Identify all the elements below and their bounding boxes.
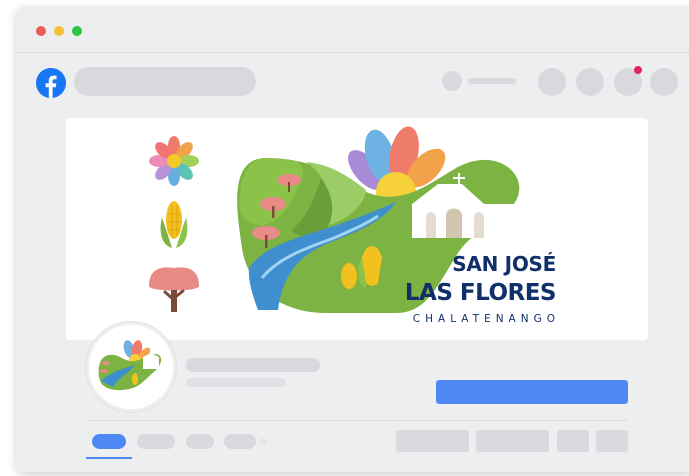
active-tab-indicator: [86, 457, 132, 459]
header-action-placeholder[interactable]: [538, 68, 566, 96]
toolbar-button-placeholder[interactable]: [596, 430, 628, 452]
profile-name-placeholder: [186, 358, 320, 372]
tree-icon: [149, 267, 199, 312]
account-menu-button[interactable]: [650, 68, 678, 96]
toolbar-button-placeholder[interactable]: [557, 430, 589, 452]
facebook-logo-icon[interactable]: [36, 68, 66, 98]
nav-icon-placeholder[interactable]: [442, 71, 462, 91]
browser-window: SAN JOSÉ LAS FLORES CHALATENANGO: [16, 6, 689, 472]
tab-item[interactable]: [137, 434, 175, 449]
logo-subtitle: CHALATENANGO: [412, 313, 560, 325]
corn-icon: [160, 201, 188, 248]
maximize-window-button[interactable]: [72, 26, 82, 36]
nav-label-placeholder: [468, 78, 516, 84]
minimize-window-button[interactable]: [54, 26, 64, 36]
header-action-placeholder[interactable]: [576, 68, 604, 96]
toolbar-button-placeholder[interactable]: [476, 430, 549, 452]
browser-titlebar: [16, 6, 689, 53]
tab-active[interactable]: [92, 434, 126, 449]
more-tabs-dot[interactable]: [260, 438, 267, 445]
logo-title-line1: SAN JOSÉ: [452, 252, 556, 276]
profile-divider: [88, 420, 628, 421]
toolbar-button-placeholder[interactable]: [396, 430, 469, 452]
logo-title-line2: LAS FLORES: [404, 280, 557, 306]
search-bar-placeholder[interactable]: [74, 67, 256, 96]
profile-meta-placeholder: [186, 378, 286, 387]
tab-item[interactable]: [224, 434, 256, 449]
primary-action-button[interactable]: [436, 380, 628, 404]
notification-dot: [634, 66, 642, 74]
close-window-button[interactable]: [36, 26, 46, 36]
cover-photo: SAN JOSÉ LAS FLORES CHALATENANGO: [66, 118, 648, 340]
flower-icon: [149, 136, 199, 186]
profile-avatar[interactable]: [86, 322, 176, 412]
cover-artwork: [149, 126, 520, 313]
tab-item[interactable]: [186, 434, 214, 449]
